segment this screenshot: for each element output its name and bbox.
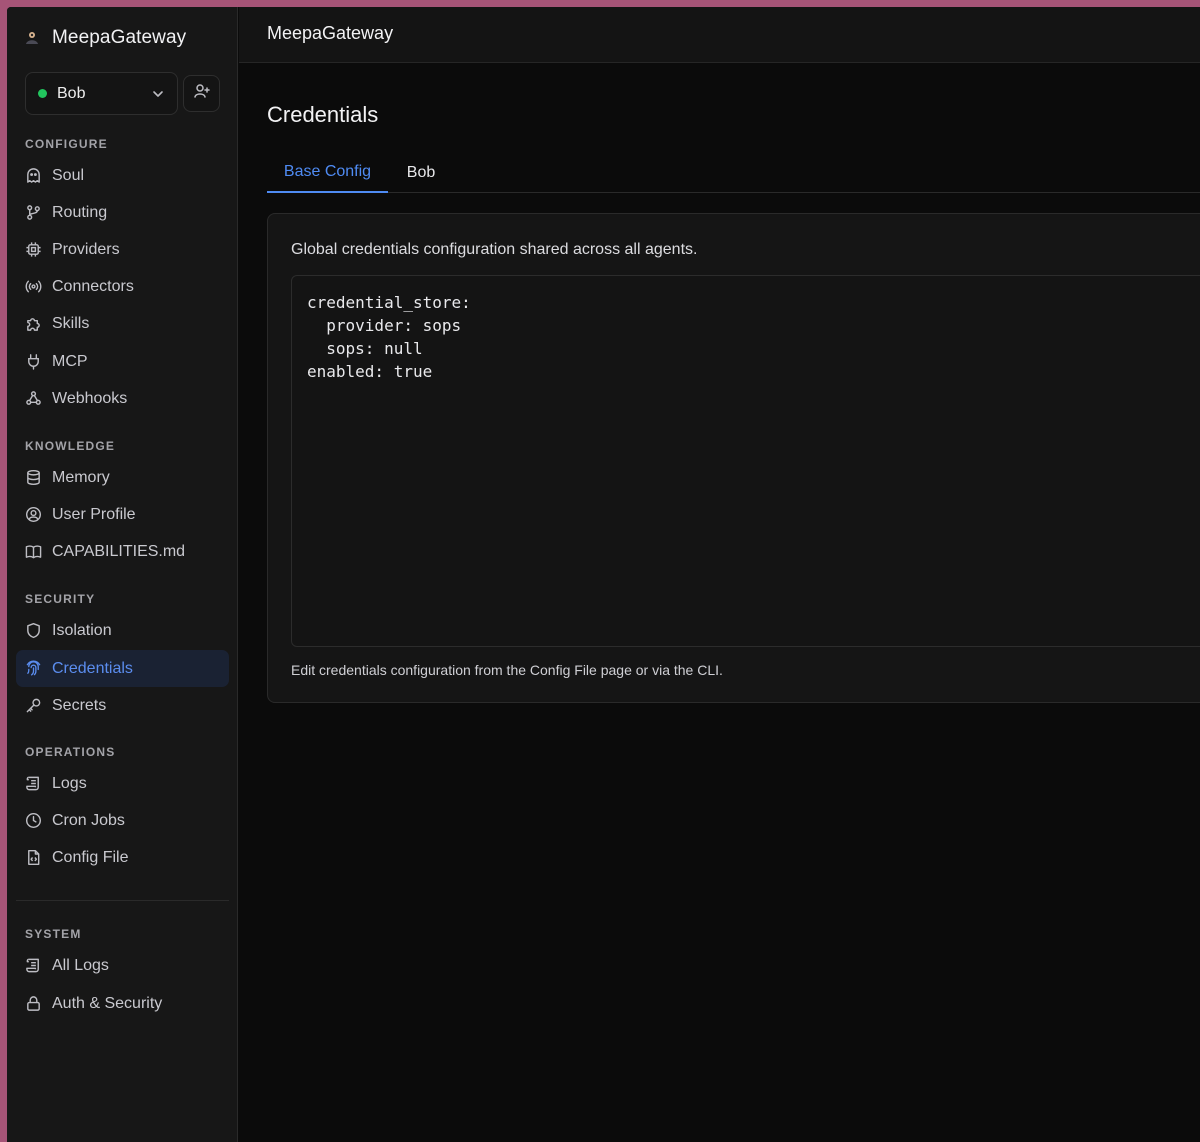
clock-icon: [25, 812, 42, 829]
sidebar-item-label: Secrets: [52, 696, 107, 714]
section-operations: OPERATIONS: [25, 745, 116, 759]
card-description: Global credentials configuration shared …: [291, 241, 698, 258]
app-window: MeepaGateway Bob CONFIGURE Soul Routing …: [7, 7, 1200, 1142]
sidebar-item-capabilities[interactable]: CAPABILITIES.md: [16, 533, 229, 570]
topbar: MeepaGateway: [239, 7, 1200, 63]
sidebar-item-routing[interactable]: Routing: [16, 194, 229, 231]
sidebar-item-skills[interactable]: Skills: [16, 305, 229, 342]
tab-base-config[interactable]: Base Config: [267, 153, 388, 193]
chevron-down-icon: [151, 87, 165, 101]
sidebar-item-label: Auth & Security: [52, 994, 163, 1012]
main-content: Credentials Base Config Bob Global crede…: [239, 63, 1200, 1142]
agent-select[interactable]: Bob: [25, 72, 178, 115]
lock-icon: [25, 995, 42, 1012]
sidebar-item-label: Routing: [52, 203, 108, 221]
puzzle-icon: [25, 315, 42, 332]
sidebar-item-label: Logs: [52, 774, 87, 792]
sidebar-item-all-logs[interactable]: All Logs: [16, 947, 229, 984]
sidebar-item-auth-security[interactable]: Auth & Security: [16, 985, 229, 1022]
sidebar-item-credentials[interactable]: Credentials: [16, 650, 229, 687]
sidebar-item-secrets[interactable]: Secrets: [16, 687, 229, 724]
sidebar-item-label: Connectors: [52, 277, 134, 295]
sidebar-item-label: Soul: [52, 166, 85, 184]
book-open-icon: [25, 543, 42, 560]
cpu-icon: [25, 241, 42, 258]
sidebar-item-webhooks[interactable]: Webhooks: [16, 380, 229, 417]
sidebar-item-label: Cron Jobs: [52, 811, 125, 829]
card-footer-note: Edit credentials configuration from the …: [291, 662, 723, 678]
git-branch-icon: [25, 204, 42, 221]
sidebar-item-mcp[interactable]: MCP: [16, 343, 229, 380]
section-system: SYSTEM: [25, 927, 82, 941]
fingerprint-icon: [25, 660, 42, 677]
section-security: SECURITY: [25, 592, 96, 606]
page-title: Credentials: [267, 102, 379, 127]
plug-icon: [25, 353, 42, 370]
sidebar-item-memory[interactable]: Memory: [16, 459, 229, 496]
sidebar-item-user-profile[interactable]: User Profile: [16, 496, 229, 533]
sidebar-divider: [16, 900, 229, 901]
sidebar-item-label: Skills: [52, 314, 90, 332]
webhook-icon: [25, 390, 42, 407]
app-name: MeepaGateway: [52, 27, 187, 48]
user-circle-icon: [25, 506, 42, 523]
sidebar-item-config-file[interactable]: Config File: [16, 839, 229, 876]
file-code-icon: [25, 849, 42, 866]
sidebar-item-label: Config File: [52, 848, 129, 866]
sidebar-item-cron-jobs[interactable]: Cron Jobs: [16, 802, 229, 839]
user-plus-icon: [193, 82, 211, 105]
shield-icon: [25, 622, 42, 639]
sidebar: MeepaGateway Bob CONFIGURE Soul Routing …: [7, 7, 238, 1142]
agent-status-dot: [38, 89, 47, 98]
credentials-card: Global credentials configuration shared …: [267, 213, 1200, 703]
sidebar-item-label: Credentials: [52, 659, 133, 677]
app-logo-icon: [24, 30, 40, 46]
sidebar-item-label: Memory: [52, 468, 110, 486]
tab-bob[interactable]: Bob: [388, 153, 454, 193]
config-yaml-block[interactable]: credential_store: provider: sops sops: n…: [291, 275, 1200, 647]
sidebar-item-providers[interactable]: Providers: [16, 231, 229, 268]
agent-select-value: Bob: [57, 84, 86, 102]
key-icon: [25, 697, 42, 714]
sidebar-item-connectors[interactable]: Connectors: [16, 268, 229, 305]
sidebar-item-label: User Profile: [52, 505, 136, 523]
sidebar-item-isolation[interactable]: Isolation: [16, 612, 229, 649]
tab-bar: Base Config Bob: [267, 153, 1200, 193]
sidebar-item-label: Webhooks: [52, 389, 128, 407]
add-agent-button[interactable]: [183, 75, 220, 112]
radio-broadcast-icon: [25, 278, 42, 295]
database-icon: [25, 469, 42, 486]
sidebar-item-label: MCP: [52, 352, 88, 370]
section-knowledge: KNOWLEDGE: [25, 439, 116, 453]
sidebar-item-label: Providers: [52, 240, 120, 258]
sidebar-item-label: Isolation: [52, 621, 112, 639]
scroll-icon: [25, 957, 42, 974]
sidebar-item-soul[interactable]: Soul: [16, 157, 229, 194]
scroll-icon: [25, 775, 42, 792]
sidebar-item-label: CAPABILITIES.md: [52, 542, 186, 560]
brand[interactable]: MeepaGateway: [24, 27, 186, 49]
sidebar-item-label: All Logs: [52, 956, 109, 974]
ghost-icon: [25, 167, 42, 184]
sidebar-item-logs[interactable]: Logs: [16, 765, 229, 802]
topbar-title: MeepaGateway: [267, 23, 394, 43]
section-configure: CONFIGURE: [25, 137, 108, 151]
